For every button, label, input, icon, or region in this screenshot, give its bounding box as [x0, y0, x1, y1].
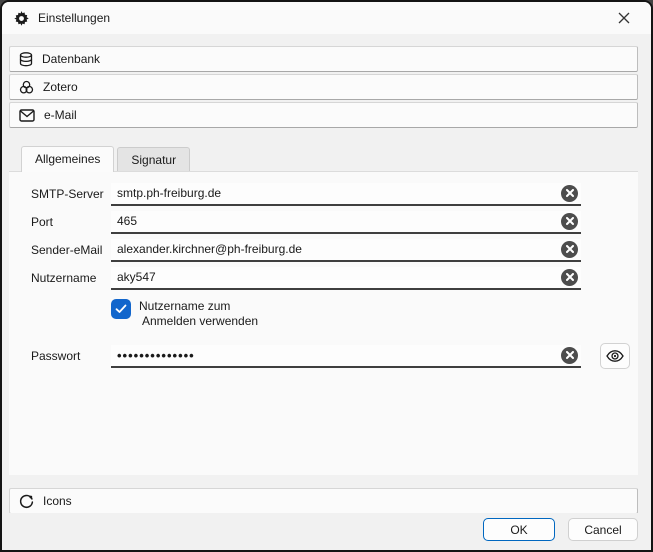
port-label: Port [31, 215, 111, 229]
gear-icon [14, 11, 29, 26]
nutzername-label: Nutzername [31, 271, 111, 285]
section-label-zotero: Zotero [43, 80, 78, 94]
section-header-icons[interactable]: Icons [9, 488, 638, 513]
section-label-icons: Icons [43, 494, 72, 508]
use-username-checkbox-label: Nutzername zum Anmelden verwenden [139, 299, 258, 329]
passwort-trailing [581, 343, 630, 369]
port-field [111, 211, 581, 234]
port-row: Port [31, 208, 630, 236]
settings-dialog: Einstellungen Datenbank [0, 0, 653, 552]
tab-allgemeines-label: Allgemeines [35, 152, 100, 166]
passwort-clear-button[interactable] [561, 347, 578, 364]
passwort-label: Passwort [31, 349, 111, 363]
show-password-button[interactable] [600, 343, 630, 369]
section-label-datenbank: Datenbank [42, 52, 100, 66]
nutzername-clear-button[interactable] [561, 269, 578, 286]
tab-signatur[interactable]: Signatur [117, 147, 190, 171]
login-checkbox-row: Nutzername zum Anmelden verwenden [111, 299, 630, 329]
smtp-server-clear-button[interactable] [561, 185, 578, 202]
port-clear-button[interactable] [561, 213, 578, 230]
eye-icon [606, 350, 624, 362]
section-header-email[interactable]: e-Mail [9, 102, 638, 128]
close-button[interactable] [605, 4, 643, 32]
smtp-server-label: SMTP-Server [31, 187, 111, 201]
titlebar: Einstellungen [2, 2, 651, 34]
database-icon [19, 52, 33, 67]
ok-button[interactable]: OK [483, 518, 555, 541]
checkmark-icon [115, 304, 127, 314]
clear-icon [566, 217, 574, 225]
smtp-server-field [111, 183, 581, 206]
tab-allgemeines[interactable]: Allgemeines [21, 146, 114, 172]
clear-icon [566, 189, 574, 197]
zotero-icon [19, 80, 34, 95]
use-username-checkbox[interactable] [111, 299, 131, 319]
port-input[interactable] [117, 214, 557, 228]
section-header-datenbank[interactable]: Datenbank [9, 46, 638, 72]
email-settings-panel: SMTP-Server Port [9, 171, 638, 475]
refresh-icon [19, 494, 34, 509]
tab-signatur-label: Signatur [131, 153, 176, 167]
sender-email-field [111, 239, 581, 262]
mail-icon [19, 109, 35, 122]
smtp-server-input[interactable] [117, 186, 557, 200]
passwort-field [111, 345, 581, 368]
sender-email-input[interactable] [117, 242, 557, 256]
email-tab-bar: Allgemeines Signatur [21, 146, 638, 171]
nutzername-row: Nutzername [31, 264, 630, 292]
smtp-server-row: SMTP-Server [31, 180, 630, 208]
dialog-footer: OK Cancel [2, 513, 651, 550]
clear-icon [566, 351, 574, 359]
clear-icon [566, 273, 574, 281]
passwort-row: Passwort [31, 342, 630, 370]
sender-email-row: Sender-eMail [31, 236, 630, 264]
sender-email-clear-button[interactable] [561, 241, 578, 258]
dialog-title: Einstellungen [38, 11, 110, 25]
dialog-body: Datenbank Zotero e-Mail [2, 34, 651, 513]
nutzername-field [111, 267, 581, 290]
cancel-button[interactable]: Cancel [568, 518, 638, 541]
section-header-zotero[interactable]: Zotero [9, 74, 638, 100]
sender-email-label: Sender-eMail [31, 243, 111, 257]
nutzername-input[interactable] [117, 270, 557, 284]
close-icon [618, 12, 630, 24]
section-label-email: e-Mail [44, 108, 77, 122]
clear-icon [566, 245, 574, 253]
passwort-input[interactable] [117, 348, 557, 363]
